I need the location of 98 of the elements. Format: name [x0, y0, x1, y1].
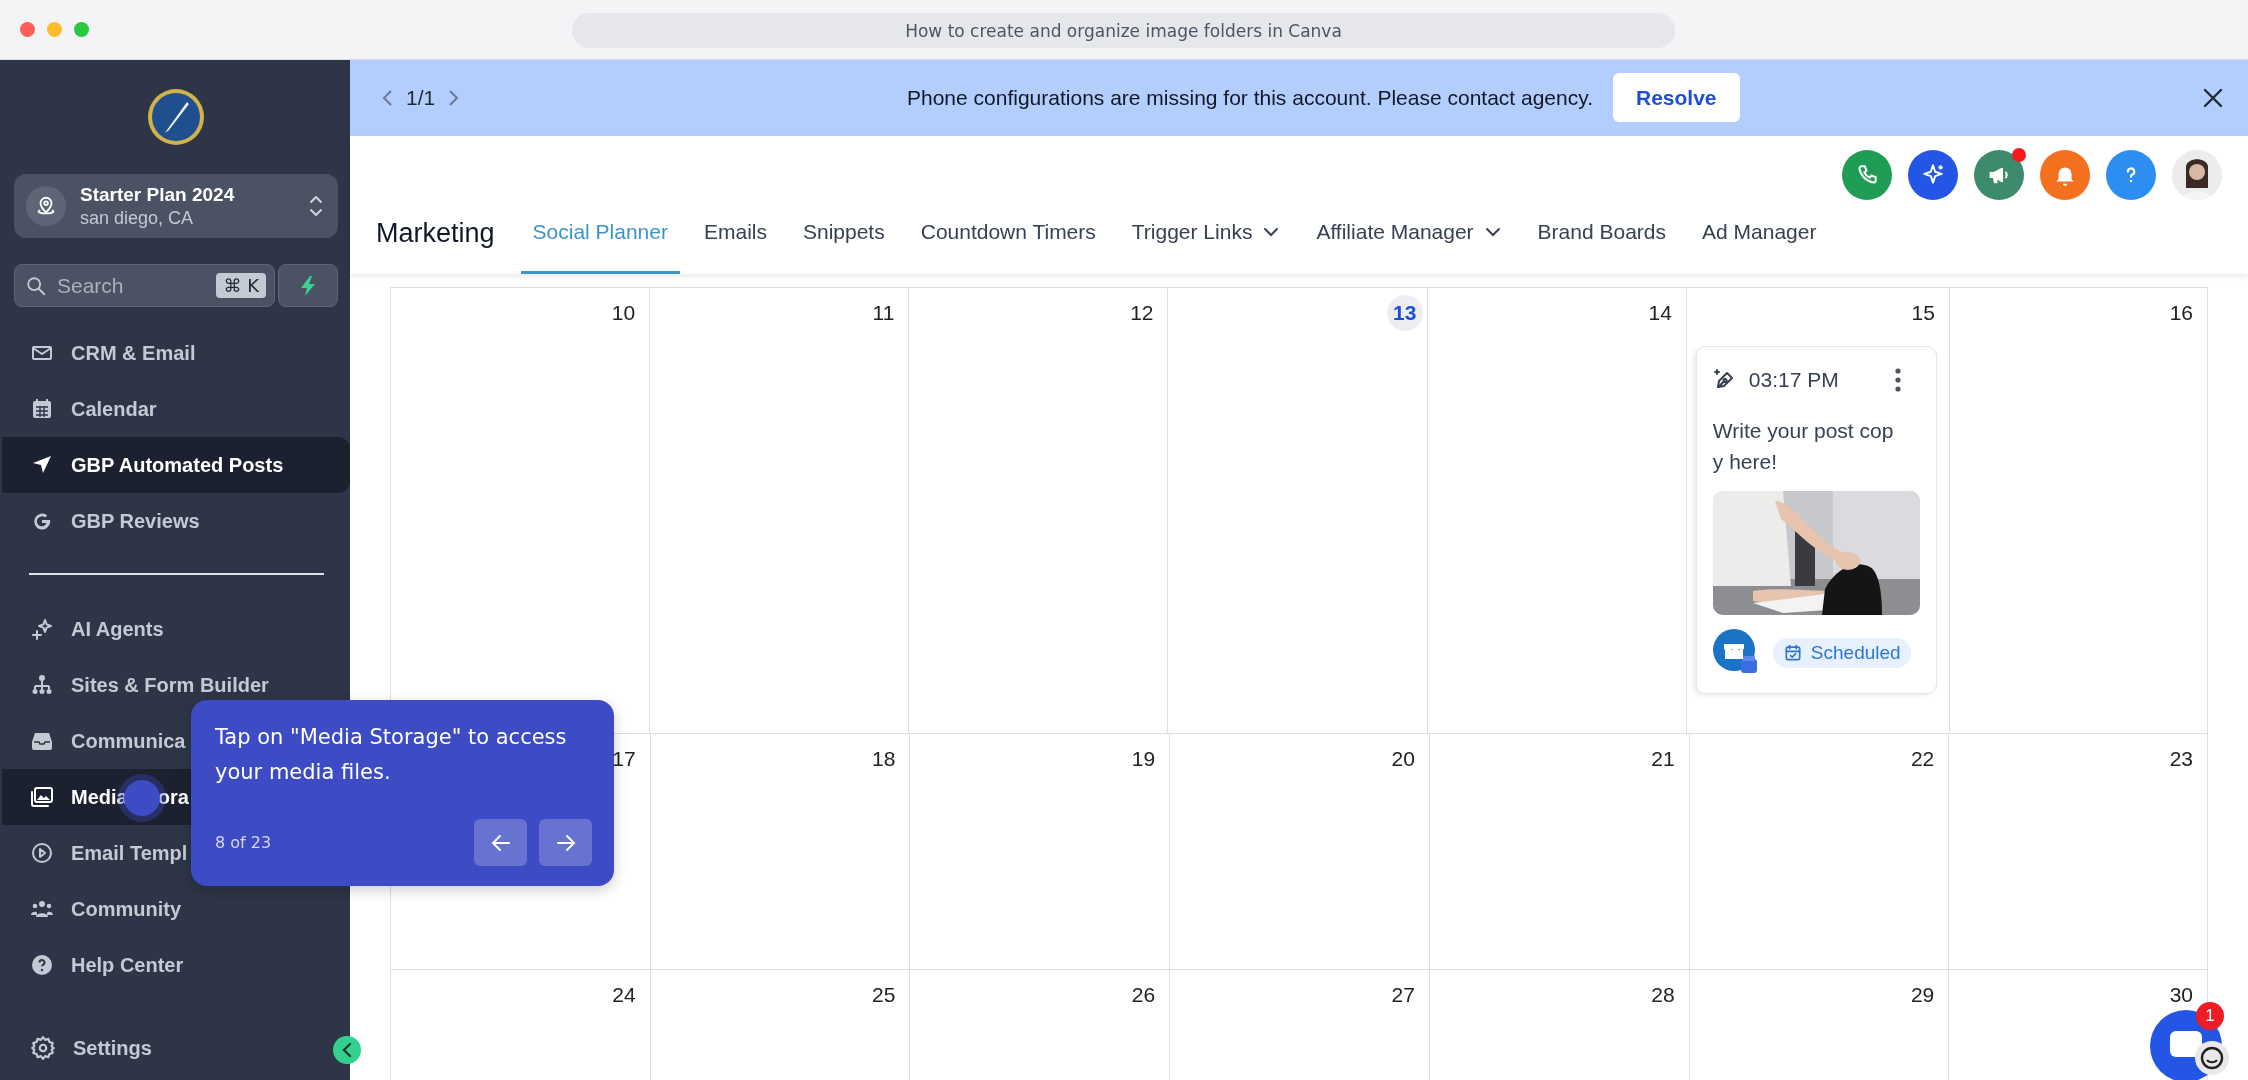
date-number: 14 [1647, 300, 1673, 326]
nav-item[interactable]: GBP Reviews [2, 493, 350, 549]
lightning-icon [298, 274, 318, 297]
account-location: san diego, CA [80, 207, 195, 229]
calendar-icon [30, 397, 54, 421]
nav-item[interactable]: Calendar [2, 381, 350, 437]
tab[interactable]: Trigger Links [1119, 200, 1293, 274]
date-number: 12 [1129, 300, 1155, 326]
date-number: 17 [611, 746, 637, 772]
next-button[interactable] [539, 819, 592, 866]
day-cell[interactable]: 26 [909, 970, 1170, 1080]
post-text: Write your post copy here! [1712, 418, 1895, 475]
resolve-button[interactable]: Resolve [1613, 73, 1740, 122]
date-number: 26 [1130, 982, 1157, 1008]
announcements-button[interactable] [1974, 150, 2024, 200]
ai-assistant-button[interactable] [1908, 150, 1958, 200]
nav-item[interactable]: AI Agents [2, 601, 350, 657]
nav-item[interactable]: Community [2, 881, 350, 937]
step-counter: 8 of 23 [215, 833, 272, 852]
play-circle-icon [30, 841, 54, 865]
nav-item[interactable]: Sites & Form Builder [2, 657, 350, 713]
day-cell[interactable]: 21 [1428, 734, 1689, 969]
search-field[interactable]: Search [55, 272, 209, 299]
account-switcher[interactable]: Starter Plan 2024 san diego, CA [14, 174, 338, 238]
section-title: Marketing [376, 216, 495, 250]
day-cell[interactable]: 29 [1688, 970, 1949, 1080]
date-number: 13 [1386, 295, 1423, 331]
date-number: 22 [1909, 746, 1936, 772]
notifications-button[interactable] [2040, 150, 2090, 200]
day-cell[interactable]: 11 [649, 288, 909, 733]
account-name: Starter Plan 2024 [80, 183, 236, 206]
tab[interactable]: Brand Boards [1525, 200, 1679, 274]
help-button[interactable] [2106, 150, 2156, 200]
day-cell[interactable]: 16 [1948, 288, 2208, 733]
location-pin-icon [35, 195, 57, 217]
date-number: 18 [871, 746, 897, 772]
address-bar[interactable]: How to create and organize image folders in Canva [572, 13, 1675, 48]
post-card[interactable]: 03:17 PM Write your post copy here! Scheduled [1695, 346, 1937, 694]
shortcut-key: ⌘ K [216, 273, 266, 298]
page-counter: 1/1 [406, 86, 436, 110]
sitemap-icon [30, 673, 54, 697]
date-number: 19 [1130, 746, 1157, 772]
nav-item[interactable]: GBP Automated Posts [2, 437, 350, 493]
bot-icon [2194, 1040, 2230, 1076]
day-cell[interactable]: 14 [1426, 288, 1686, 733]
day-cell[interactable]: 13 [1167, 288, 1427, 733]
previous-button[interactable] [474, 819, 527, 866]
date-number: 16 [2168, 300, 2194, 326]
day-cell[interactable]: 24 [390, 970, 650, 1080]
date-number: 28 [1650, 982, 1676, 1008]
tab[interactable]: Affiliate Manager [1304, 200, 1514, 274]
day-cell[interactable]: 12 [908, 288, 1168, 733]
day-cell[interactable]: 28 [1428, 970, 1689, 1080]
day-cell[interactable]: 22 [1688, 734, 1949, 969]
tab[interactable]: Ad Manager [1690, 200, 1829, 274]
settings-icon [30, 1035, 56, 1061]
day-cell[interactable]: 25 [649, 970, 910, 1080]
date-number: 27 [1390, 982, 1416, 1008]
images-icon [30, 785, 54, 809]
date-number: 20 [1390, 746, 1416, 772]
quick-actions-button[interactable] [278, 264, 338, 307]
chat-bubble-icon [2169, 1030, 2203, 1060]
day-cell[interactable]: 19 [909, 734, 1170, 969]
expand-icon [308, 194, 324, 218]
tour-hotspot[interactable] [123, 779, 160, 816]
date-number: 15 [1910, 300, 1936, 326]
alert-message: Phone configurations are missing for this account. Please contact agency. [907, 85, 1593, 110]
status-badge: Scheduled [1772, 638, 1911, 668]
nav-item[interactable]: Help Center [2, 937, 350, 993]
day-cell[interactable]: 15 03:17 PM Write your post copy here! Scheduled [1685, 288, 1949, 733]
close-window-button[interactable] [20, 22, 35, 37]
maximize-window-button[interactable] [74, 22, 89, 37]
nav-item[interactable]: CRM & Email [2, 325, 350, 381]
date-number: 23 [2168, 746, 2194, 772]
more-icon[interactable] [1893, 367, 1902, 393]
date-number: 11 [871, 300, 896, 326]
logo-icon [147, 88, 205, 146]
day-cell[interactable]: 20 [1169, 734, 1429, 969]
sparkle-icon [30, 617, 54, 641]
day-cell[interactable]: 27 [1169, 970, 1429, 1080]
day-cell[interactable]: 18 [649, 734, 910, 969]
phone-button[interactable] [1842, 150, 1892, 200]
date-number: 10 [610, 300, 637, 326]
help-icon [30, 953, 54, 977]
date-number: 29 [1909, 982, 1936, 1008]
search-field[interactable]: Search ⌘ K [14, 264, 275, 307]
date-number: 24 [611, 982, 637, 1008]
tab[interactable]: Emails [691, 200, 779, 274]
close-icon[interactable] [2202, 87, 2224, 109]
date-number: 25 [871, 982, 897, 1008]
tab[interactable]: Countdown Timers [908, 200, 1108, 274]
day-cell[interactable]: 23 [1948, 734, 2208, 969]
nav-item[interactable]: Settings [2, 1020, 320, 1076]
chevron-left-icon [340, 1042, 354, 1058]
post-time: 03:17 PM [1748, 368, 1840, 392]
search-icon [25, 274, 47, 297]
tab[interactable]: Snippets [791, 200, 897, 274]
date-number: 21 [1650, 746, 1676, 772]
